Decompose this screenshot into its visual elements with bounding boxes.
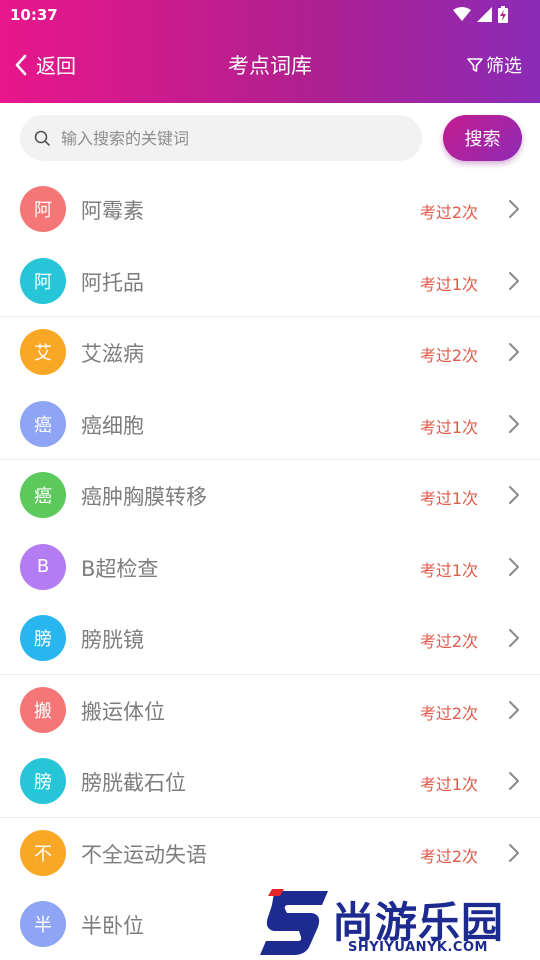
exam-count: 考过2次 bbox=[419, 703, 478, 723]
page-title: 考点词库 bbox=[228, 54, 312, 78]
term-name: 艾滋病 bbox=[81, 342, 144, 366]
exam-count: 考过1次 bbox=[419, 560, 478, 580]
chevron-right-icon bbox=[509, 486, 519, 504]
status-time: 10:37 bbox=[10, 6, 58, 24]
initial-avatar: 膀 bbox=[20, 615, 66, 661]
initial-avatar: 阿 bbox=[20, 257, 66, 304]
search-row: 搜索 bbox=[0, 103, 540, 173]
search-button[interactable]: 搜索 bbox=[443, 115, 522, 161]
chevron-right-icon bbox=[509, 700, 519, 719]
list-item[interactable]: 膀膀胱截石位 考过1次 bbox=[0, 746, 540, 818]
list-item[interactable]: 癌癌细胞 考过1次 bbox=[0, 389, 540, 460]
list-item[interactable]: 不不全运动失语 考过2次 bbox=[0, 818, 540, 890]
chevron-right-icon bbox=[509, 843, 519, 862]
initial-avatar: 膀 bbox=[20, 758, 66, 804]
chevron-right-icon bbox=[509, 772, 519, 790]
exam-count: 考过1次 bbox=[419, 489, 478, 508]
status-icons bbox=[453, 6, 508, 23]
chevron-right-icon bbox=[509, 343, 519, 361]
term-name: 膀胱截石位 bbox=[81, 771, 186, 795]
exam-count: 考过1次 bbox=[419, 417, 478, 437]
watermark-s-logo-icon bbox=[260, 889, 328, 955]
search-icon bbox=[34, 130, 50, 146]
wifi-icon bbox=[453, 7, 471, 21]
exam-count: 考过2次 bbox=[419, 846, 478, 866]
list-item[interactable]: 阿阿霉素 考过2次 bbox=[0, 174, 540, 246]
term-name: 搬运体位 bbox=[81, 699, 165, 724]
term-name: 癌细胞 bbox=[81, 413, 144, 438]
initial-avatar: 癌 bbox=[20, 472, 66, 518]
filter-button[interactable]: 筛选 bbox=[467, 52, 522, 78]
exam-count: 考过2次 bbox=[419, 346, 478, 365]
filter-label: 筛选 bbox=[486, 56, 522, 77]
term-name: 阿托品 bbox=[81, 270, 144, 295]
search-input[interactable] bbox=[61, 128, 401, 148]
list-item[interactable]: 搬搬运体位 考过2次 bbox=[0, 675, 540, 747]
list-item[interactable]: 膀膀胱镜 考过2次 bbox=[0, 603, 540, 675]
initial-avatar: 癌 bbox=[20, 400, 66, 447]
signal-icon bbox=[477, 7, 492, 22]
term-list: 阿阿霉素 考过2次阿阿托品 考过1次艾艾滋病 考过2次癌癌细胞 考过1次癌癌肿胸膜转移考… bbox=[0, 174, 540, 960]
initial-avatar: 半 bbox=[20, 901, 66, 947]
initial-avatar: B bbox=[20, 543, 66, 590]
initial-avatar: 艾 bbox=[20, 329, 66, 375]
initial-avatar: 不 bbox=[20, 829, 66, 876]
term-name: 半卧位 bbox=[81, 914, 144, 938]
exam-count: 考过1次 bbox=[419, 274, 478, 294]
chevron-right-icon bbox=[509, 629, 519, 647]
list-item[interactable]: 艾艾滋病 考过2次 bbox=[0, 317, 540, 389]
term-name: 膀胱镜 bbox=[81, 628, 144, 652]
chevron-right-icon bbox=[509, 414, 519, 433]
filter-icon bbox=[467, 58, 483, 72]
chevron-right-icon bbox=[509, 271, 519, 290]
term-name: 阿霉素 bbox=[81, 199, 144, 223]
app-header: 10:37 返回 考点词库 筛选 bbox=[0, 0, 540, 103]
watermark-logo: 尚游乐园 SHYIYUANYK.COM bbox=[258, 885, 540, 960]
search-box[interactable] bbox=[20, 115, 422, 161]
list-item[interactable]: 癌癌肿胸膜转移 考过1次 bbox=[0, 460, 540, 532]
term-name: 不全运动失语 bbox=[81, 842, 207, 867]
status-bar: 10:37 bbox=[0, 0, 540, 32]
watermark-subtitle: SHYIYUANYK.COM bbox=[348, 940, 488, 955]
exam-count: 考过1次 bbox=[419, 775, 478, 794]
list-item[interactable]: B B超检查 考过1次 bbox=[0, 532, 540, 604]
nav-bar: 返回 考点词库 筛选 bbox=[0, 32, 540, 103]
exam-count: 考过2次 bbox=[419, 203, 478, 222]
initial-avatar: 搬 bbox=[20, 686, 66, 733]
list-item[interactable]: 阿阿托品 考过1次 bbox=[0, 246, 540, 317]
term-name: 癌肿胸膜转移 bbox=[81, 485, 207, 509]
initial-avatar: 阿 bbox=[20, 186, 66, 232]
chevron-right-icon bbox=[509, 200, 519, 218]
term-name: B超检查 bbox=[81, 556, 159, 581]
chevron-right-icon bbox=[509, 557, 519, 576]
exam-count: 考过2次 bbox=[419, 632, 478, 651]
battery-icon bbox=[498, 6, 508, 23]
